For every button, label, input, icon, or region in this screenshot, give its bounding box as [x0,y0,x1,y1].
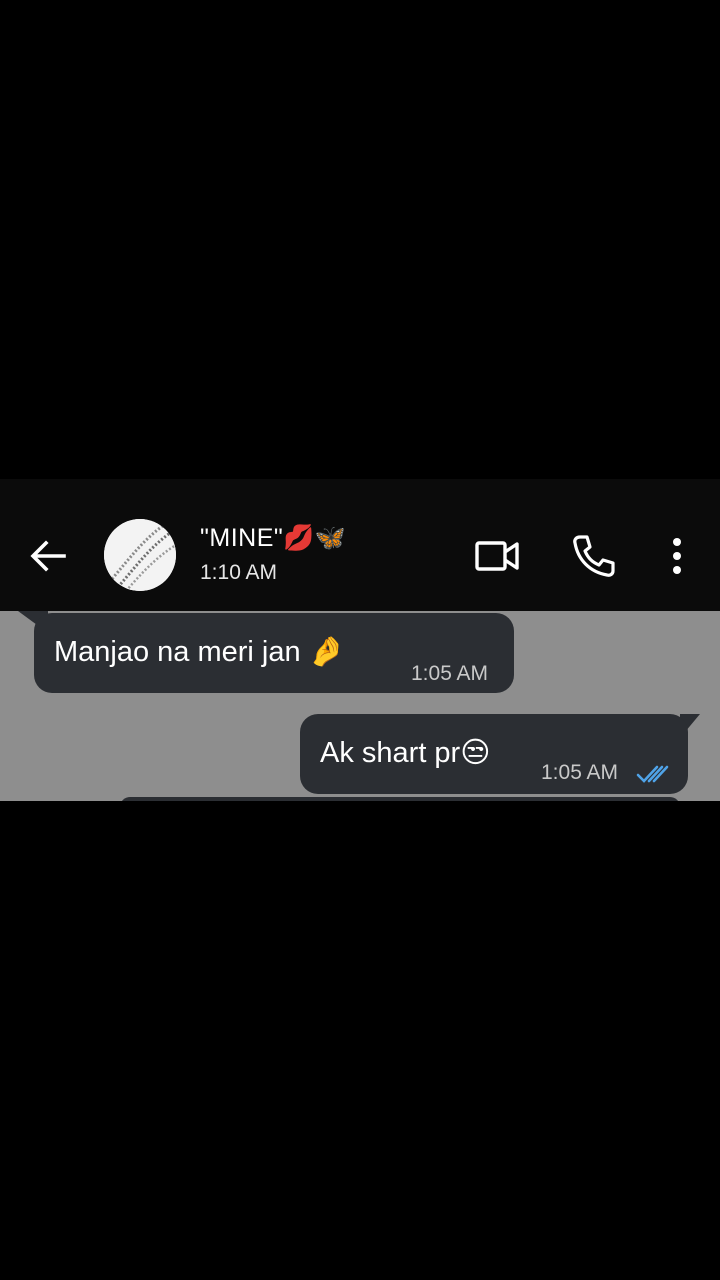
double-check-icon [636,765,669,783]
message-text-content: Manjao na meri jan [54,636,301,668]
message-emoji: 🤌 [308,634,345,668]
contact-emojis: 💋🦋 [283,523,347,552]
chain-necklace-image [104,519,176,591]
contact-title[interactable]: "MINE"💋🦋 1:10 AM [200,521,347,587]
message-text: Manjao na meri jan 🤌 [54,633,345,670]
message-text-content: Ak shart pr [320,737,461,769]
contact-name: "MINE"💋🦋 [200,521,347,555]
contact-name-text: "MINE" [200,524,284,552]
chat-area[interactable]: Manjao na meri jan 🤌 1:05 AM Ak shart pr… [0,611,720,801]
avatar[interactable] [104,519,176,591]
partial-message-bubble [120,797,680,801]
message-time: 1:05 AM [541,761,619,784]
phone-icon[interactable] [570,533,616,579]
outgoing-message-bubble[interactable]: Ak shart pr😒 1:05 AM [300,714,688,794]
last-seen: 1:10 AM [200,561,278,584]
message-time: 1:05 AM [411,662,489,685]
video-camera-icon[interactable] [474,535,520,577]
message-emoji: 😒 [460,735,491,769]
more-vertical-icon[interactable] [664,536,690,576]
incoming-message-bubble[interactable]: Manjao na meri jan 🤌 1:05 AM [34,613,514,693]
message-text: Ak shart pr😒 [320,734,490,771]
back-arrow-icon[interactable] [26,534,70,578]
